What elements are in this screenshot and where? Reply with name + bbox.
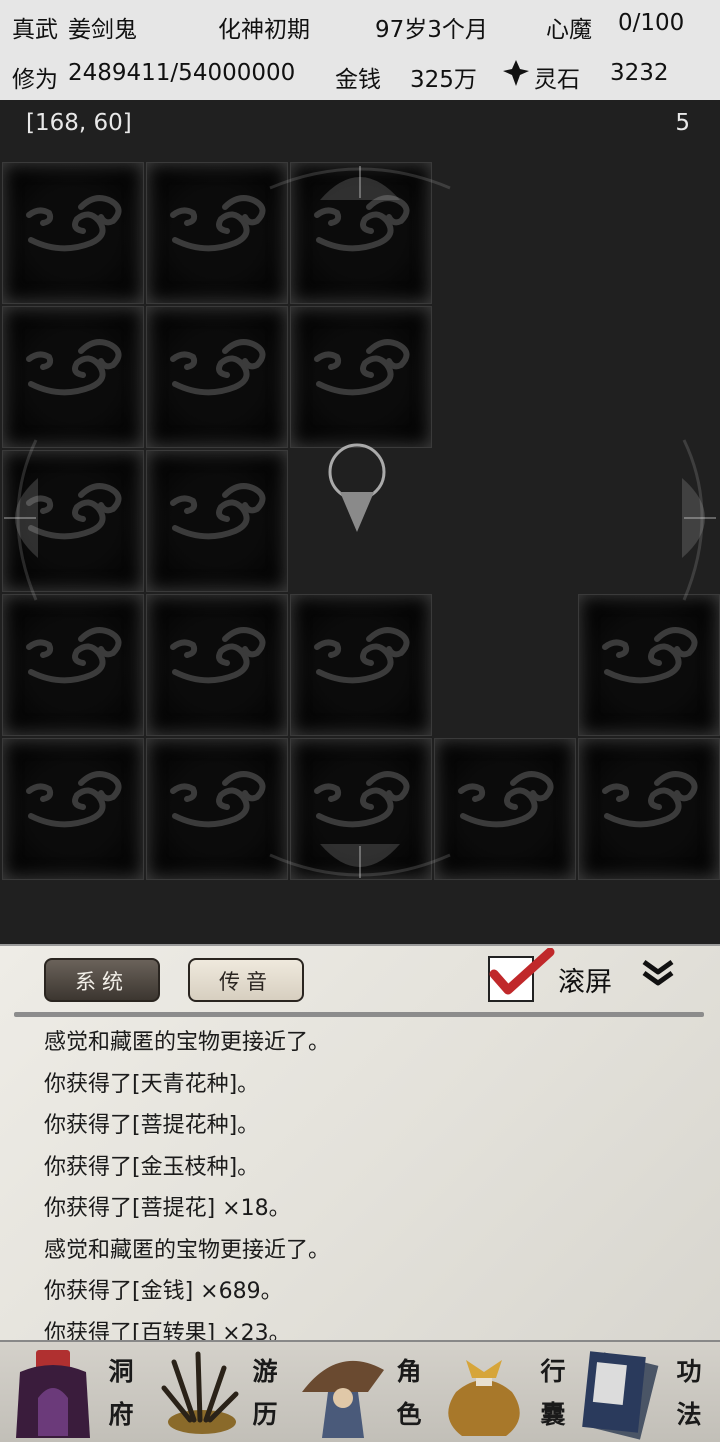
location-pin-icon: [328, 443, 386, 532]
age: 97岁3个月: [375, 17, 488, 43]
log-line: 你获得了[金钱] ×689。: [44, 1279, 283, 1304]
panel-divider: [14, 1012, 704, 1017]
move-down-button[interactable]: [320, 842, 400, 886]
step-counter: 5: [675, 110, 690, 136]
money-value: 325万: [410, 67, 477, 93]
spirit-stone-value: 3232: [610, 60, 669, 86]
realm: 化神初期: [218, 17, 310, 43]
arrow-down-icon: [320, 844, 400, 878]
map-coordinates: [168, 60]: [26, 110, 132, 136]
cultivation-value: 2489411/54000000: [68, 60, 296, 86]
auto-scroll-label: 滚屏: [558, 967, 612, 998]
move-up-button[interactable]: [320, 162, 400, 206]
nav-travel[interactable]: 游历: [144, 1342, 288, 1442]
log-line: 你获得了[金玉枝种]。: [44, 1154, 260, 1180]
status-bar: 真武 姜剑鬼 化神初期 97岁3个月 心魔 0/100 修为 2489411/5…: [0, 0, 720, 100]
travel-icon: [161, 1351, 239, 1434]
nav-bag-label-1: 行: [540, 1357, 566, 1386]
nav-character[interactable]: 角色: [288, 1342, 432, 1442]
tab-system[interactable]: 系统: [44, 958, 160, 1002]
nav-travel-label-2: 历: [252, 1400, 278, 1429]
message-panel: 系统 传音 滚屏 感觉和藏匿的宝物更接近了。 你获得了[天青花种]。 你获得了[…: [0, 944, 720, 1346]
log-line: 感觉和藏匿的宝物更接近了。: [44, 1237, 331, 1263]
nav-bag[interactable]: 行囊: [432, 1342, 576, 1442]
technique-book-icon: [582, 1351, 659, 1440]
move-left-button[interactable]: [0, 478, 40, 562]
bag-icon: [448, 1360, 520, 1436]
log-line: 感觉和藏匿的宝物更接近了。: [44, 1030, 331, 1055]
bottom-nav: 洞府 游历 角色 行囊 功法: [0, 1340, 720, 1442]
nav-cave-mansion[interactable]: 洞府: [0, 1342, 144, 1442]
nav-character-label-1: 角: [396, 1357, 422, 1386]
tab-voice-transmission[interactable]: 传音: [188, 958, 304, 1002]
log-line: 你获得了[天青花种]。: [44, 1071, 260, 1097]
move-right-button[interactable]: [680, 478, 720, 562]
nav-character-label-2: 色: [396, 1400, 422, 1429]
money-label: 金钱: [335, 67, 381, 93]
nav-cave-mansion-label-2: 府: [108, 1400, 134, 1429]
arrow-up-icon: [320, 166, 400, 200]
heart-demon-label: 心魔: [546, 17, 592, 43]
heart-demon-value: 0/100: [618, 10, 685, 36]
auto-scroll-checkbox[interactable]: [488, 948, 555, 1002]
character-icon: [302, 1360, 384, 1438]
player-location-marker: [326, 442, 388, 538]
nav-bag-label-2: 囊: [540, 1400, 566, 1429]
double-chevron-down-icon: [642, 959, 674, 986]
nav-cave-mansion-label-1: 洞: [108, 1357, 134, 1386]
player-title: 真武: [12, 17, 58, 43]
arrow-left-icon: [4, 478, 38, 558]
spirit-stone-label: 灵石: [534, 67, 580, 93]
collapse-panel-button[interactable]: [640, 958, 676, 992]
nav-technique[interactable]: 功法: [576, 1342, 720, 1442]
message-log[interactable]: 感觉和藏匿的宝物更接近了。 你获得了[天青花种]。 你获得了[菩提花种]。 你获…: [44, 1024, 694, 1356]
arrow-right-icon: [682, 478, 716, 558]
spirit-stone-icon: [502, 58, 530, 94]
log-line: 你获得了[菩提花种]。: [44, 1113, 260, 1138]
nav-technique-label-2: 法: [676, 1400, 702, 1429]
checkmark-icon: [489, 948, 555, 995]
nav-travel-label-1: 游: [252, 1357, 278, 1386]
nav-technique-label-1: 功: [676, 1357, 702, 1386]
player-name: 姜剑鬼: [68, 17, 137, 43]
log-line: 你获得了[菩提花] ×18。: [44, 1196, 291, 1221]
cave-mansion-icon: [16, 1350, 90, 1438]
cultivation-label: 修为: [12, 67, 58, 93]
